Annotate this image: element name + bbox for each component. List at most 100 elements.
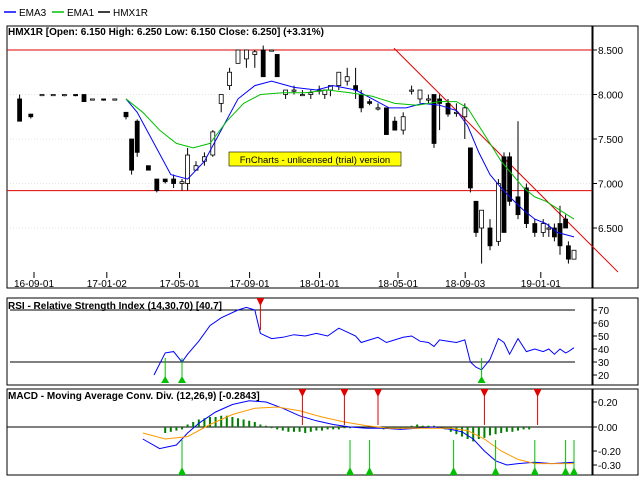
y-tick-label: 20 [598, 371, 610, 382]
candle-body [400, 116, 406, 131]
candle-body [557, 223, 563, 247]
histogram-bar [304, 427, 307, 433]
candle-body [112, 98, 118, 101]
histogram-bar [337, 427, 340, 430]
y-tick-label: 7.500 [598, 135, 623, 146]
histogram-bar [281, 427, 284, 431]
histogram-bar [293, 427, 295, 432]
histogram-bar [186, 424, 189, 427]
candle-body [101, 98, 106, 101]
x-tick-label: 19-01-01 [521, 279, 561, 290]
candle-body [409, 89, 415, 92]
candle-body [566, 245, 571, 260]
y-tick-label: 8.000 [598, 91, 623, 102]
legend: EMA3 EMA1 HMX1R [4, 8, 148, 19]
candle-body [563, 218, 568, 229]
candle-body [269, 49, 275, 52]
histogram-bar [522, 427, 525, 430]
y-tick-label: 6.500 [598, 224, 623, 235]
candle-body [123, 111, 129, 118]
histogram-bar [427, 425, 430, 427]
y-tick-label: 8.500 [598, 46, 623, 57]
candle-body [532, 223, 538, 233]
legend-item-label: EMA1 [67, 8, 95, 19]
histogram-bar [466, 427, 469, 439]
histogram-bar [343, 427, 346, 429]
histogram-bar [270, 427, 273, 429]
candle-body [235, 49, 241, 64]
histogram-bar [421, 425, 424, 427]
candle-body [90, 98, 95, 101]
price-header: HMX1R [Open: 6.150 High: 6.250 Low: 6.15… [8, 27, 324, 38]
y-tick-label: 40 [598, 345, 610, 356]
legend-item-label: HMX1R [113, 8, 148, 19]
histogram-bar [494, 427, 497, 435]
candle-body [383, 107, 389, 135]
histogram-bar [231, 417, 234, 427]
histogram-bar [287, 427, 290, 432]
candle-body [540, 223, 546, 233]
candle-body [462, 107, 468, 118]
x-tick-label: 17-01-02 [87, 279, 127, 290]
candle-body [392, 120, 398, 131]
candle-body [39, 94, 45, 97]
x-tick-label: 18-05-01 [378, 279, 418, 290]
candle-body [425, 98, 431, 101]
histogram-bar [192, 422, 195, 427]
histogram-bar [321, 427, 323, 431]
histogram-bar [528, 427, 531, 430]
histogram-bar [477, 427, 480, 439]
candle-body [291, 89, 297, 92]
x-tick-label: 18-09-03 [445, 279, 485, 290]
candle-body [145, 165, 151, 171]
candle-body [336, 71, 342, 87]
y-tick-label: 0.20 [598, 398, 618, 409]
histogram-bar [248, 420, 251, 427]
candle-body [479, 209, 485, 229]
candle-body [524, 187, 529, 224]
macd-header: MACD - Moving Average Conv. Div. (12,26,… [8, 391, 260, 402]
histogram-bar [181, 427, 183, 430]
y-tick-label: -0.30 [598, 461, 621, 472]
histogram-bar [253, 422, 256, 427]
candle-body [473, 200, 479, 233]
candle-body [252, 51, 258, 55]
histogram-bar [326, 427, 329, 430]
candle-body [375, 107, 381, 110]
histogram-bar [416, 424, 419, 427]
histogram-bar [169, 427, 172, 432]
watermark: FnCharts - unlicensed (trial) version [240, 155, 390, 166]
candle-body [358, 94, 364, 109]
x-tick-label: 17-05-01 [160, 279, 200, 290]
candle-body [501, 156, 507, 233]
y-tick-label: -0.20 [598, 447, 621, 458]
candle-body [50, 94, 56, 97]
histogram-bar [237, 418, 239, 427]
candle-body [467, 147, 473, 189]
y-tick-label: 70 [598, 306, 610, 317]
histogram-bar [164, 427, 167, 433]
legend-item-label: EMA3 [19, 8, 47, 19]
candle-body [218, 94, 224, 104]
histogram-bar [410, 425, 413, 427]
candle-body [154, 178, 160, 192]
y-tick-label: 7.000 [598, 180, 623, 191]
candle-body [367, 101, 373, 104]
candle-body [417, 89, 423, 100]
candle-body [274, 54, 280, 78]
x-tick-label: 18-01-01 [300, 279, 340, 290]
candle-body [571, 249, 577, 260]
candle-body [179, 181, 185, 184]
histogram-bar [517, 427, 519, 431]
histogram-bar [276, 427, 279, 430]
x-tick-label: 17-09-01 [230, 279, 270, 290]
histogram-bar [259, 424, 262, 427]
candle-body [546, 227, 552, 230]
candle-body [62, 94, 67, 97]
histogram-bar [298, 427, 301, 432]
candle-body [134, 120, 140, 153]
candle-body [487, 227, 493, 247]
candle-body [495, 183, 501, 242]
histogram-bar [511, 427, 514, 432]
candle-body [81, 94, 87, 103]
